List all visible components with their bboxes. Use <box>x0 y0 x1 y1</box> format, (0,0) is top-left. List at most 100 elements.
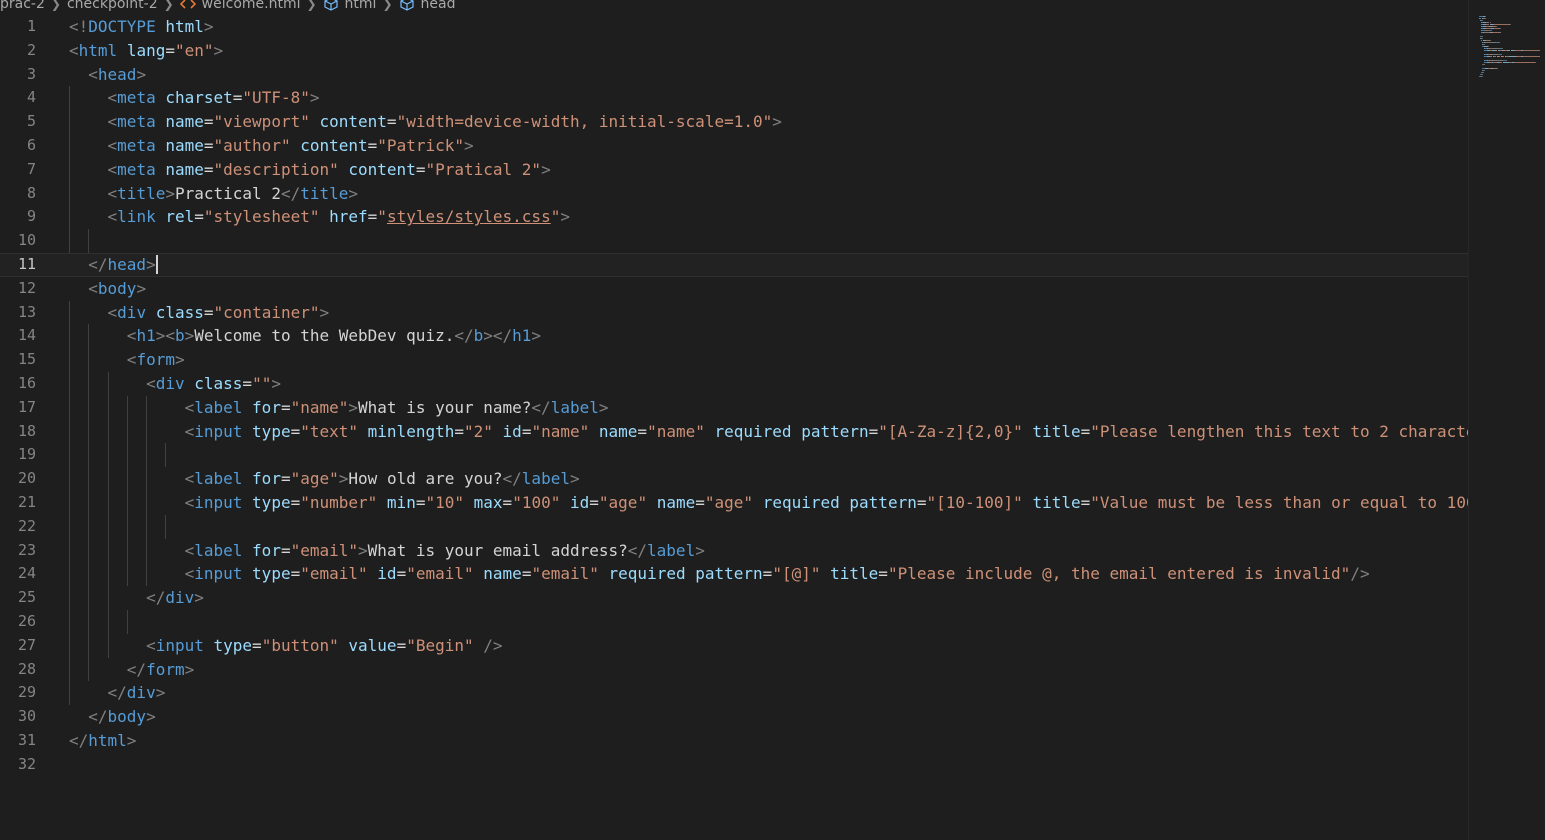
code-line[interactable]: 16 <div class=""> <box>0 372 1468 396</box>
indent-guide <box>88 395 90 420</box>
code-text: <head> <box>69 63 1468 87</box>
minimap-stroke <box>1489 40 1491 41</box>
indent-guide <box>69 205 70 230</box>
code-token-attr: required <box>762 493 840 512</box>
minimap-stroke <box>1492 32 1500 33</box>
breadcrumb-symbol-head[interactable]: head <box>399 0 455 12</box>
breadcrumb-file-welcome-html[interactable]: welcome.html <box>179 0 300 12</box>
code-token-br: > <box>531 326 542 346</box>
code-line[interactable]: 31 </html> <box>0 729 1468 753</box>
code-line[interactable]: 29 </div> <box>0 681 1468 705</box>
code-line[interactable]: 10 <box>0 229 1468 253</box>
code-token-attr: minlength <box>367 421 455 441</box>
code-text: <meta charset="UTF-8"> <box>69 86 1468 110</box>
indent-guide <box>69 633 70 658</box>
code-line[interactable]: 4 <meta charset="UTF-8"> <box>0 86 1468 110</box>
code-text: <form> <box>69 348 1468 372</box>
code-line[interactable]: 27 <input type="button" value="Begin" /> <box>0 634 1468 658</box>
code-token-br: < <box>107 183 118 203</box>
code-line[interactable]: 11 </head> <box>0 253 1468 277</box>
code-line[interactable]: 13 <div class="container"> <box>0 301 1468 325</box>
indent-guide <box>88 586 90 610</box>
breadcrumb-folder-checkpoint-2[interactable]: checkpoint-2 <box>67 0 158 12</box>
code-line[interactable]: 6 <meta name="author" content="Patrick"> <box>0 134 1468 158</box>
code-token-link[interactable]: styles/styles.css <box>387 207 551 226</box>
code-line[interactable]: 32 <box>0 753 1468 777</box>
code-line[interactable]: 30 </body> <box>0 705 1468 729</box>
code-token-str: "age" <box>704 493 754 512</box>
code-token-br: < <box>88 64 98 84</box>
code-editor[interactable]: 1 <!DOCTYPE html> 2 <html lang="en"> 3 <head… <box>0 15 1468 840</box>
code-line[interactable]: 25 </div> <box>0 586 1468 610</box>
line-number: 31 <box>17 731 36 749</box>
code-token-str: "name" <box>531 421 590 441</box>
code-token-attr: lang <box>126 40 166 60</box>
code-token-str: "name" <box>290 397 349 417</box>
code-token-txt: = <box>396 564 407 584</box>
indent-guide <box>126 395 128 420</box>
code-token-br: </ <box>107 683 127 703</box>
breadcrumb-folder-prac-2[interactable]: prac-2 <box>0 0 45 12</box>
minimap-stroke <box>1509 24 1511 25</box>
code-token-attr: for <box>252 397 281 417</box>
code-token-br: < <box>126 326 137 346</box>
code-line[interactable]: 28 </form> <box>0 658 1468 682</box>
code-line[interactable]: 5 <meta name="viewport" content="width=d… <box>0 110 1468 134</box>
code-line[interactable]: 22 <box>0 515 1468 539</box>
code-token-txt: = <box>242 374 253 393</box>
code-line[interactable]: 7 <meta name="description" content="Prat… <box>0 158 1468 182</box>
code-token-br: > <box>126 731 137 750</box>
code-line[interactable]: 8 <title>Practical 2</title> <box>0 182 1468 206</box>
code-token-str: "name" <box>647 421 705 441</box>
breadcrumb-symbol-html[interactable]: html <box>323 0 376 12</box>
code-token-tag: label <box>194 540 243 560</box>
code-line[interactable]: 12 <body> <box>0 277 1468 301</box>
code-token-br: < <box>107 207 118 227</box>
code-line[interactable]: 14 <h1><b>Welcome to the WebDev quiz.</b… <box>0 324 1468 348</box>
code-token-tag: head <box>97 64 137 84</box>
minimap[interactable] <box>1468 0 1545 840</box>
code-line[interactable]: 17 <label for="name">What is your name?<… <box>0 396 1468 420</box>
code-line[interactable]: 26 <box>0 610 1468 634</box>
line-number: 20 <box>17 469 36 488</box>
code-token-str: " <box>550 207 561 227</box>
minimap-stroke <box>1481 76 1483 77</box>
code-token-br: > <box>348 183 359 203</box>
code-token-attr: name <box>483 564 522 584</box>
code-token-br: < <box>69 40 79 60</box>
code-line[interactable]: 19 <box>0 443 1468 467</box>
code-token-str: "en" <box>174 40 214 60</box>
code-line[interactable]: 2 <html lang="en"> <box>0 39 1468 63</box>
line-number: 30 <box>17 707 36 726</box>
code-line[interactable]: 15 <form> <box>0 348 1468 372</box>
code-token-txt: = <box>386 112 397 132</box>
code-line[interactable]: 18 <input type="text" minlength="2" id="… <box>0 420 1468 444</box>
line-number: 14 <box>17 326 36 345</box>
code-line[interactable]: 24 <input type="email" id="email" name="… <box>0 562 1468 586</box>
code-line[interactable]: 20 <label for="age">How old are you?</la… <box>0 467 1468 491</box>
code-line[interactable]: 21 <input type="number" min="10" max="10… <box>0 491 1468 515</box>
code-line[interactable]: 3 <head> <box>0 63 1468 87</box>
code-token-attr: title <box>1032 493 1081 512</box>
code-line[interactable]: 1 <!DOCTYPE html> <box>0 15 1468 39</box>
code-token-str: "email" <box>300 564 368 584</box>
code-text: </body> <box>69 705 1468 729</box>
code-line[interactable]: 9 <link rel="stylesheet" href="styles/st… <box>0 205 1468 229</box>
code-token-br: > <box>695 540 705 560</box>
code-token-br: > <box>348 397 359 417</box>
code-token-attr: type <box>252 564 291 584</box>
code-line[interactable]: 23 <label for="email">What is your email… <box>0 539 1468 563</box>
code-token-br: > <box>464 136 474 155</box>
code-token-attr: type <box>252 493 291 512</box>
code-token-attr: name <box>165 136 204 155</box>
indent-guide <box>69 419 70 444</box>
line-number: 19 <box>17 445 36 464</box>
